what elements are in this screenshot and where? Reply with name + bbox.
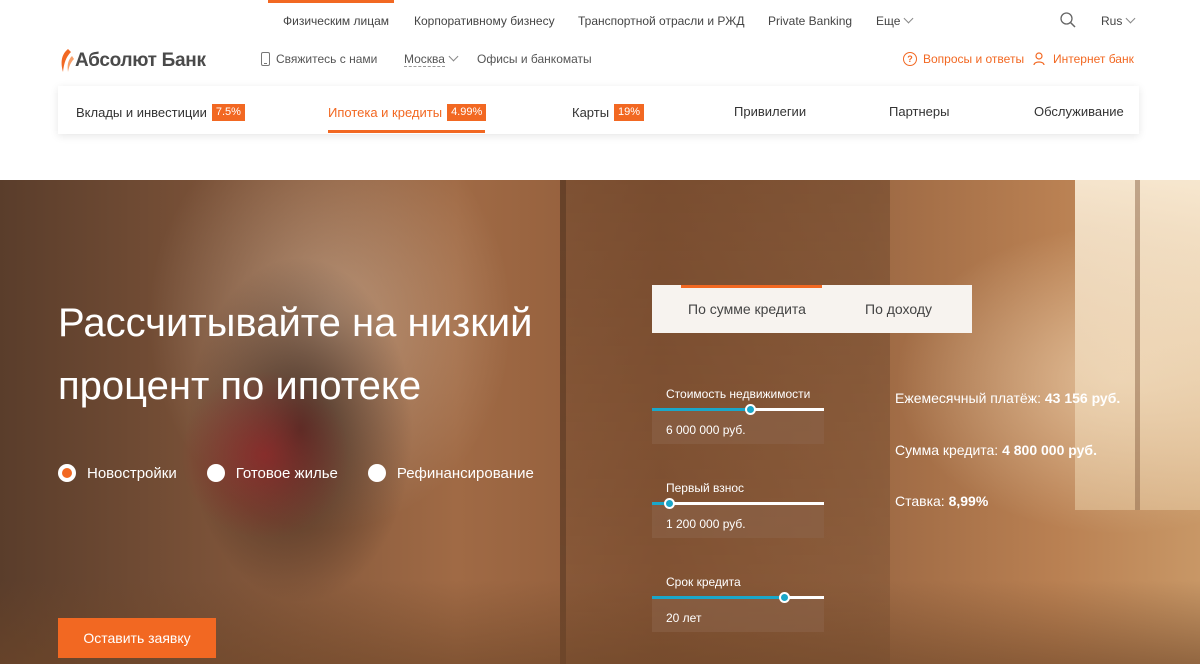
loan-amount-value: 4 800 000 руб. [1002, 442, 1097, 458]
city-label: Москва [404, 52, 445, 67]
product-navigation: Вклады и инвестиции 7.5% Ипотека и креди… [58, 86, 1139, 134]
loan-term-value[interactable]: 20 лет [652, 599, 824, 632]
nav-deposits[interactable]: Вклады и инвестиции 7.5% [76, 104, 245, 121]
nav-cards-label: Карты [572, 105, 610, 120]
language-selector[interactable]: Rus [1101, 13, 1136, 28]
down-payment-value[interactable]: 1 200 000 руб. [652, 505, 824, 538]
top-nav-individuals[interactable]: Физическим лицам [283, 14, 389, 28]
city-selector[interactable]: Москва [404, 51, 459, 67]
option-new-buildings[interactable]: Новостройки [58, 464, 177, 482]
nav-service-label: Обслуживание [1034, 104, 1124, 119]
top-nav-corporate[interactable]: Корпоративному бизнесу [414, 14, 555, 28]
question-icon: ? [903, 52, 917, 66]
faq-link[interactable]: ? Вопросы и ответы [903, 52, 1024, 66]
loan-term-label: Срок кредита [666, 575, 741, 589]
monthly-payment: Ежемесячный платёж: 43 156 руб. [895, 390, 1120, 406]
option-label: Новостройки [87, 464, 177, 482]
top-nav-transport[interactable]: Транспортной отрасли и РЖД [578, 14, 744, 28]
apply-button[interactable]: Оставить заявку [58, 618, 216, 658]
nav-privileges[interactable]: Привилегии [734, 104, 806, 119]
contact-label: Свяжитесь с нами [276, 52, 378, 66]
nav-mortgage[interactable]: Ипотека и кредиты 4.99% [328, 104, 487, 121]
interest-rate-value: 8,99% [948, 493, 989, 509]
property-type-options: Новостройки Готовое жилье Рефинансирован… [58, 464, 564, 482]
top-nav-active-indicator [268, 0, 394, 3]
down-payment-label: Первый взнос [666, 481, 745, 495]
offices-label: Офисы и банкоматы [477, 52, 592, 66]
option-refinancing[interactable]: Рефинансирование [367, 464, 534, 482]
nav-privileges-label: Привилегии [734, 104, 807, 119]
nav-service[interactable]: Обслуживание [1034, 104, 1124, 119]
rate-badge: 7.5% [211, 104, 245, 121]
tab-by-income[interactable]: По доходу [865, 301, 932, 317]
nav-cards[interactable]: Карты 19% [572, 104, 645, 121]
rate-badge: 19% [614, 104, 645, 121]
interest-rate: Ставка: 8,99% [895, 493, 988, 509]
nav-deposits-label: Вклады и инвестиции [76, 105, 207, 120]
top-nav-more[interactable]: Еще [876, 13, 914, 28]
monthly-payment-label: Ежемесячный платёж: [895, 390, 1041, 406]
interest-rate-label: Ставка: [895, 493, 945, 509]
chevron-down-icon [903, 13, 914, 24]
top-navigation: Физическим лицам Корпоративному бизнесу … [0, 0, 1200, 42]
chevron-down-icon [1125, 13, 1136, 24]
loan-amount-label: Сумма кредита: [895, 442, 999, 458]
phone-icon [261, 52, 270, 66]
down-payment-slider[interactable] [652, 498, 824, 509]
search-icon[interactable] [1060, 12, 1076, 28]
hero-section: Рассчитывайте на низкий процент по ипоте… [0, 180, 1200, 664]
property-cost-value[interactable]: 6 000 000 руб. [652, 411, 824, 444]
offices-link[interactable]: Офисы и банкоматы [477, 52, 592, 66]
internet-bank-link[interactable]: Интернет банк [1033, 52, 1134, 66]
rate-badge: 4.99% [447, 104, 487, 121]
loan-term-field: Срок кредита 20 лет [652, 575, 824, 632]
logo-text: Абсолют Банк [75, 50, 206, 71]
logo-leaf-icon [61, 49, 74, 72]
property-cost-field: Стоимость недвижимости 6 000 000 руб. [652, 387, 824, 444]
nav-partners-label: Партнеры [889, 104, 950, 119]
hero-background-window [1075, 180, 1200, 510]
radio-empty-icon [367, 464, 386, 482]
radio-selected-icon [58, 464, 76, 482]
tab-by-loan-amount[interactable]: По сумме кредита [688, 301, 806, 317]
slider-handle[interactable] [745, 404, 757, 415]
faq-label: Вопросы и ответы [923, 52, 1025, 66]
monthly-payment-value: 43 156 руб. [1044, 390, 1121, 406]
down-payment-field: Первый взнос 1 200 000 руб. [652, 481, 824, 538]
nav-mortgage-label: Ипотека и кредиты [328, 105, 443, 120]
hero-title: Рассчитывайте на низкий процент по ипоте… [58, 301, 533, 408]
header: Абсолют Банк Свяжитесь с нами Москва Офи… [0, 42, 1200, 82]
slider-fill [652, 596, 785, 599]
option-label: Рефинансирование [396, 464, 534, 482]
loan-term-slider[interactable] [652, 592, 824, 603]
option-ready-housing[interactable]: Готовое жилье [206, 464, 338, 482]
top-nav-more-label: Еще [876, 14, 901, 28]
loan-amount: Сумма кредита: 4 800 000 руб. [895, 442, 1097, 458]
bank-logo[interactable]: Абсолют Банк [58, 46, 206, 76]
language-label: Rus [1101, 14, 1123, 28]
user-icon [1033, 52, 1045, 66]
active-tab-indicator [681, 285, 822, 288]
contact-link[interactable]: Свяжитесь с нами [261, 52, 377, 66]
top-nav-private-banking[interactable]: Private Banking [768, 14, 852, 28]
nav-partners[interactable]: Партнеры [889, 104, 949, 119]
radio-empty-icon [206, 464, 225, 482]
slider-fill [652, 408, 751, 411]
property-cost-label: Стоимость недвижимости [666, 387, 811, 401]
property-cost-slider[interactable] [652, 404, 824, 415]
calculator-tabs: По сумме кредита По доходу [652, 285, 972, 333]
option-label: Готовое жилье [235, 464, 338, 482]
chevron-down-icon [448, 51, 459, 62]
nav-active-underline [328, 130, 485, 133]
internet-bank-label: Интернет банк [1053, 52, 1134, 66]
